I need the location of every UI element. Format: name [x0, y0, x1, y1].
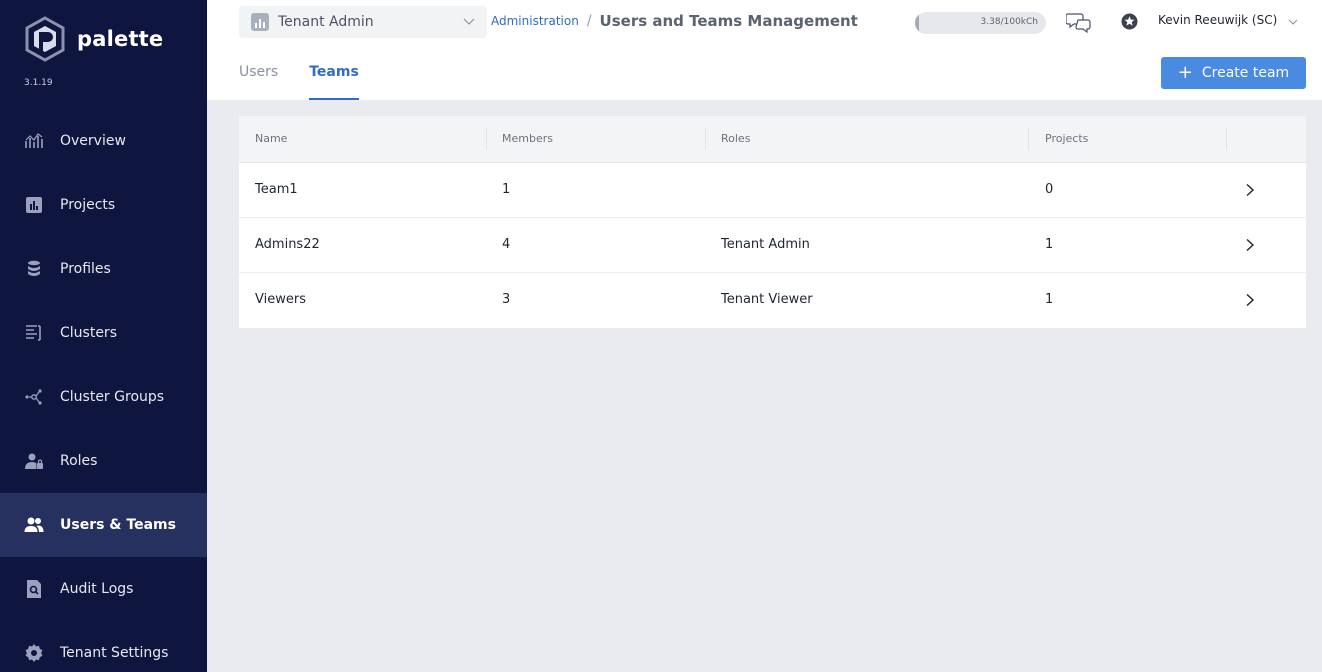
sidebar-item-clusters[interactable]: Clusters	[0, 301, 207, 365]
sidebar-item-overview[interactable]: Overview	[0, 109, 207, 173]
team-projects: 1	[1045, 292, 1054, 307]
sidebar-item-profiles[interactable]: Profiles	[0, 237, 207, 301]
team-projects: 1	[1045, 237, 1054, 252]
brand[interactable]: palette	[24, 16, 163, 62]
chevron-down-icon[interactable]	[1288, 17, 1298, 27]
sidebar-item-tenant-settings[interactable]: Tenant Settings	[0, 621, 207, 672]
usage-meter[interactable]: 3.38/100kCh	[915, 12, 1046, 34]
chevron-right-icon[interactable]	[1243, 293, 1257, 307]
usage-meter-fill	[915, 12, 920, 34]
team-members: 4	[502, 237, 511, 252]
team-name: Admins22	[255, 237, 320, 252]
sidebar-item-label: Audit Logs	[60, 581, 134, 597]
tab-teams[interactable]: Teams	[309, 64, 359, 100]
team-members: 3	[502, 292, 511, 307]
cluster-groups-icon	[24, 387, 44, 407]
favorites-star-icon[interactable]	[1121, 13, 1138, 30]
table-row[interactable]: Team1 1 0	[239, 163, 1306, 218]
column-header-name[interactable]: Name	[255, 132, 287, 145]
sidebar-item-users-teams[interactable]: Users & Teams	[0, 493, 207, 557]
projects-icon	[24, 195, 44, 215]
chevron-down-icon	[463, 18, 475, 25]
column-divider	[705, 128, 706, 150]
breadcrumb-separator: /	[586, 13, 592, 29]
scope-label: Tenant Admin	[278, 14, 374, 30]
sidebar-item-label: Clusters	[60, 325, 117, 341]
team-name: Viewers	[255, 292, 306, 307]
team-projects: 0	[1045, 182, 1054, 197]
audit-logs-icon	[24, 579, 44, 599]
sidebar-item-label: Roles	[60, 453, 98, 469]
table-header: Name Members Roles Projects	[239, 116, 1306, 163]
sidebar-item-label: Tenant Settings	[60, 645, 169, 661]
users-teams-icon	[24, 515, 44, 535]
sidebar-item-projects[interactable]: Projects	[0, 173, 207, 237]
overview-icon	[24, 131, 44, 151]
breadcrumb-administration-link[interactable]: Administration	[491, 14, 579, 28]
version-label: 3.1.19	[24, 78, 53, 88]
column-header-projects[interactable]: Projects	[1045, 132, 1088, 145]
top-bar: Tenant Admin Administration / Users and …	[207, 0, 1322, 100]
usage-meter-label: 3.38/100kCh	[980, 17, 1038, 27]
tenant-icon	[251, 13, 269, 31]
chevron-right-icon[interactable]	[1243, 183, 1257, 197]
teams-table: Name Members Roles Projects Team1 1 0 Ad…	[239, 116, 1306, 328]
sidebar-item-label: Users & Teams	[60, 517, 176, 533]
scope-selector[interactable]: Tenant Admin	[239, 6, 487, 38]
column-divider	[486, 128, 487, 150]
column-divider	[1028, 128, 1029, 150]
roles-icon	[24, 451, 44, 471]
column-divider	[1226, 128, 1227, 150]
create-team-button[interactable]: + Create team	[1161, 57, 1306, 89]
brand-name: palette	[77, 27, 164, 51]
sidebar-item-roles[interactable]: Roles	[0, 429, 207, 493]
chevron-right-icon[interactable]	[1243, 238, 1257, 252]
create-team-label: Create team	[1201, 65, 1290, 81]
tab-bar: Users Teams	[239, 64, 390, 100]
team-roles: Tenant Admin	[721, 237, 810, 252]
plus-icon: +	[1177, 62, 1193, 83]
sidebar-item-label: Projects	[60, 197, 116, 213]
team-name: Team1	[255, 182, 298, 197]
team-members: 1	[502, 182, 511, 197]
sidebar: palette 3.1.19 Overview Projects Profile…	[0, 0, 207, 672]
sidebar-item-label: Cluster Groups	[60, 389, 165, 405]
sidebar-item-cluster-groups[interactable]: Cluster Groups	[0, 365, 207, 429]
tab-users[interactable]: Users	[239, 64, 278, 100]
sidebar-item-audit-logs[interactable]: Audit Logs	[0, 557, 207, 621]
gear-icon	[24, 643, 44, 663]
sidebar-item-label: Profiles	[60, 261, 111, 277]
page-title: Users and Teams Management	[599, 12, 858, 30]
profiles-icon	[24, 259, 44, 279]
table-row[interactable]: Admins22 4 Tenant Admin 1	[239, 218, 1306, 273]
clusters-icon	[24, 323, 44, 343]
team-roles: Tenant Viewer	[721, 292, 813, 307]
column-header-roles[interactable]: Roles	[721, 132, 750, 145]
breadcrumb: Administration / Users and Teams Managem…	[491, 12, 858, 30]
table-row[interactable]: Viewers 3 Tenant Viewer 1	[239, 273, 1306, 328]
user-menu[interactable]: Kevin Reeuwijk (SC)	[1158, 13, 1277, 27]
chat-icon[interactable]	[1066, 11, 1092, 33]
sidebar-item-label: Overview	[60, 133, 126, 149]
sidebar-nav: Overview Projects Profiles Clusters Clus…	[0, 109, 207, 672]
palette-logo-icon	[25, 16, 65, 62]
column-header-members[interactable]: Members	[502, 132, 553, 145]
